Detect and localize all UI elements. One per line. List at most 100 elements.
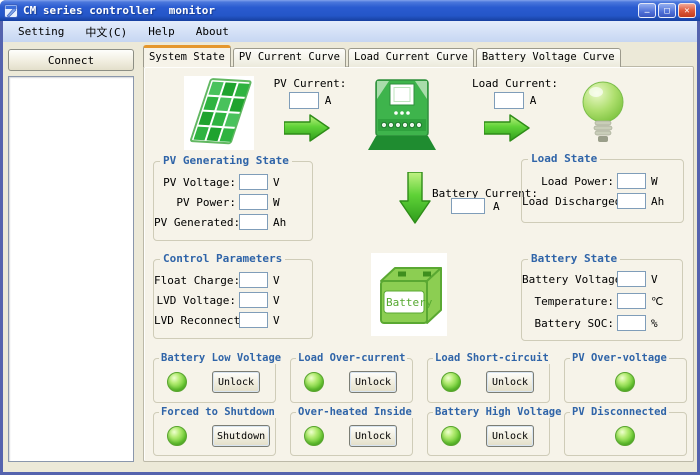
alarm-title: Load Short-circuit (433, 352, 551, 364)
field-unit: Ah (273, 216, 286, 229)
status-led-icon (304, 426, 324, 446)
tab-pv-current-curve[interactable]: PV Current Curve (233, 48, 346, 67)
group-title: Control Parameters (160, 252, 285, 265)
tab-system-state[interactable]: System State (143, 45, 231, 67)
field-unit: W (651, 175, 658, 188)
alarm-title: Battery Low Voltage (159, 352, 283, 364)
load-state-group: Load State Load Power: W Load Discharged… (521, 159, 684, 223)
unlock-button[interactable]: Unlock (486, 425, 534, 447)
pv-generated-input[interactable] (239, 214, 268, 230)
status-led-icon (615, 372, 635, 392)
connect-button[interactable]: Connect (8, 49, 134, 71)
load-current-unit: A (530, 94, 537, 107)
lvd-voltage-input[interactable] (239, 292, 268, 308)
menu-about[interactable]: About (191, 23, 234, 40)
battery-current-unit: A (493, 200, 500, 213)
field-label: LVD Reconnect: (154, 314, 236, 327)
alarm-over-heated-inside: Over-heated Inside Unlock (290, 412, 413, 456)
field-label: Temperature: (522, 295, 614, 308)
battery-icon: Battery (371, 253, 447, 336)
unlock-button[interactable]: Unlock (349, 425, 397, 447)
alarm-battery-high-voltage: Battery High Voltage Unlock (427, 412, 550, 456)
field-unit: V (273, 314, 280, 327)
alarm-title: Load Over-current (296, 352, 407, 364)
status-led-icon (441, 426, 461, 446)
solar-panel-icon (184, 76, 254, 150)
field-label: Battery Voltage: (522, 273, 614, 286)
device-listbox[interactable] (8, 76, 134, 462)
app-icon (4, 4, 18, 18)
alarm-battery-low-voltage: Battery Low Voltage Unlock (153, 358, 276, 403)
field-label: Load Discharged: (522, 195, 614, 208)
app-window: CM series controller monitor ─ □ ✕ Setti… (0, 0, 700, 475)
control-parameters-group: Control Parameters Float Charge: V LVD V… (153, 259, 313, 339)
status-led-icon (167, 426, 187, 446)
unlock-button[interactable]: Unlock (486, 371, 534, 393)
flow-arrow-down-icon (399, 172, 431, 227)
flow-arrow-right-icon (484, 114, 530, 145)
pv-current-input[interactable] (289, 92, 319, 109)
alarm-title: PV Disconnected (570, 406, 669, 418)
unlock-button[interactable]: Unlock (212, 371, 260, 393)
controller-icon (368, 77, 436, 150)
field-unit: V (273, 294, 280, 307)
pv-voltage-input[interactable] (239, 174, 268, 190)
load-current-label: Load Current: (469, 77, 561, 90)
temperature-input[interactable] (617, 293, 646, 309)
field-unit: W (273, 196, 280, 209)
field-label: PV Generated: (154, 216, 236, 229)
field-label: Load Power: (522, 175, 614, 188)
load-discharged-input[interactable] (617, 193, 646, 209)
alarm-load-over-current: Load Over-current Unlock (290, 358, 413, 403)
battery-current-input[interactable] (451, 198, 485, 214)
status-led-icon (167, 372, 187, 392)
field-unit: V (273, 274, 280, 287)
field-unit: % (651, 317, 658, 330)
menu-help[interactable]: Help (143, 23, 180, 40)
group-title: PV Generating State (160, 154, 292, 167)
tabstrip: System State PV Current Curve Load Curre… (143, 45, 623, 67)
maximize-icon[interactable]: □ (658, 3, 676, 18)
lvd-reconnect-input[interactable] (239, 312, 268, 328)
status-led-icon (441, 372, 461, 392)
close-icon[interactable]: ✕ (678, 3, 696, 18)
float-charge-input[interactable] (239, 272, 268, 288)
load-current-cluster: Load Current: A (469, 77, 561, 109)
field-label: PV Power: (154, 196, 236, 209)
titlebar: CM series controller monitor ─ □ ✕ (0, 0, 700, 21)
field-label: LVD Voltage: (154, 294, 236, 307)
menubar: Setting 中文(C) Help About (3, 21, 697, 42)
tab-battery-voltage-curve[interactable]: Battery Voltage Curve (476, 48, 621, 67)
field-unit: ℃ (651, 295, 663, 308)
load-current-input[interactable] (494, 92, 524, 109)
group-title: Load State (528, 152, 600, 165)
alarm-pv-over-voltage: PV Over-voltage (564, 358, 687, 403)
status-led-icon (615, 426, 635, 446)
system-state-panel: PV Current: A Load Current: A Battery Cu… (143, 66, 694, 462)
field-label: Float Charge: (154, 274, 236, 287)
field-label: PV Voltage: (154, 176, 236, 189)
status-led-icon (304, 372, 324, 392)
bulb-icon (580, 79, 626, 145)
battery-soc-input[interactable] (617, 315, 646, 331)
pv-current-unit: A (325, 94, 332, 107)
unlock-button[interactable]: Unlock (349, 371, 397, 393)
window-controls: ─ □ ✕ (638, 3, 696, 18)
minimize-icon[interactable]: ─ (638, 3, 656, 18)
group-title: Battery State (528, 252, 620, 265)
field-unit: V (651, 273, 658, 286)
load-power-input[interactable] (617, 173, 646, 189)
alarm-title: PV Over-voltage (570, 352, 669, 364)
pv-power-input[interactable] (239, 194, 268, 210)
menu-language[interactable]: 中文(C) (80, 22, 132, 42)
alarm-title: Battery High Voltage (433, 406, 563, 418)
pv-current-label: PV Current: (264, 77, 356, 90)
battery-state-group: Battery State Battery Voltage: V Tempera… (521, 259, 683, 341)
field-label: Battery SOC: (522, 317, 614, 330)
menu-setting[interactable]: Setting (13, 23, 69, 40)
battery-icon-label: Battery (386, 296, 433, 309)
shutdown-button[interactable]: Shutdown (212, 425, 270, 447)
field-unit: V (273, 176, 280, 189)
tab-load-current-curve[interactable]: Load Current Curve (348, 48, 474, 67)
battery-voltage-input[interactable] (617, 271, 646, 287)
